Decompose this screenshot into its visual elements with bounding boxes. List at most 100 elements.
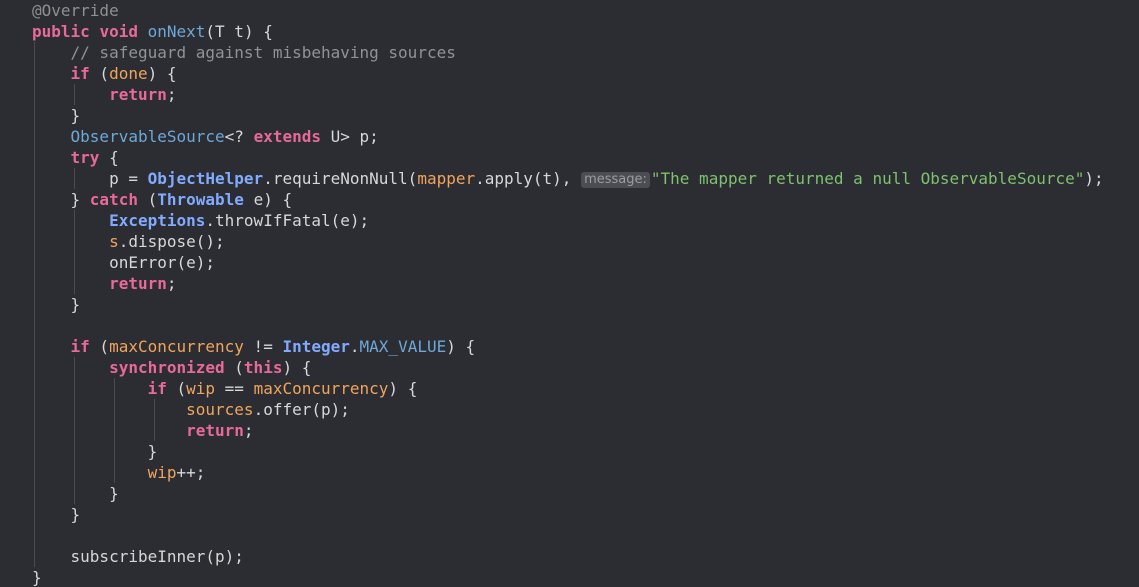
code-token: (T t) { xyxy=(205,22,273,41)
code-line[interactable]: // safeguard against misbehaving sources xyxy=(32,42,1104,63)
code-token: .dispose(); xyxy=(118,232,225,251)
code-line[interactable]: } xyxy=(32,567,1104,587)
code-token: } xyxy=(32,442,158,461)
code-line[interactable]: sources.offer(p); xyxy=(32,399,1104,420)
code-token: onError(e); xyxy=(32,253,216,272)
code-token: @Override xyxy=(32,1,119,20)
code-token: ( xyxy=(89,337,110,356)
code-token: extends xyxy=(253,127,321,146)
code-line[interactable] xyxy=(32,525,1104,546)
code-token: ; xyxy=(243,421,254,440)
code-token: this xyxy=(243,358,283,377)
code-token: U> p; xyxy=(321,127,379,146)
code-line[interactable]: synchronized (this) { xyxy=(32,357,1104,378)
code-line[interactable]: public void onNext(T t) { xyxy=(32,21,1104,42)
code-token: if xyxy=(70,64,90,83)
code-token: ObjectHelper xyxy=(147,169,264,188)
code-token: ObservableSource xyxy=(70,127,225,146)
code-token: wip xyxy=(147,463,177,482)
code-token: .apply(t), xyxy=(475,169,582,188)
code-token: if xyxy=(147,379,167,398)
code-token: p = xyxy=(32,169,148,188)
code-token: ) { xyxy=(147,64,177,83)
code-token: } xyxy=(32,190,90,209)
code-token: mapper xyxy=(417,169,476,188)
code-line[interactable]: wip++; xyxy=(32,462,1104,483)
code-token: // safeguard against misbehaving sources xyxy=(70,43,456,62)
code-token: == xyxy=(215,379,254,398)
code-token: != xyxy=(243,337,283,356)
code-token: ( xyxy=(89,64,110,83)
code-token: { xyxy=(99,148,119,167)
code-line[interactable]: subscribeInner(p); xyxy=(32,546,1104,567)
code-token: return xyxy=(109,274,167,293)
code-line[interactable]: if (maxConcurrency != Integer.MAX_VALUE)… xyxy=(32,336,1104,357)
code-token: public xyxy=(32,22,90,41)
code-token: } xyxy=(32,295,81,314)
code-token: } xyxy=(32,505,81,524)
code-token: ) { xyxy=(282,358,312,377)
code-token: wip xyxy=(186,379,216,398)
code-token: ) { xyxy=(388,379,418,398)
code-token: ( xyxy=(137,190,158,209)
code-line[interactable]: if (done) { xyxy=(32,63,1104,84)
code-line[interactable]: if (wip == maxConcurrency) { xyxy=(32,378,1104,399)
code-token: <? xyxy=(224,127,254,146)
code-line[interactable]: } xyxy=(32,483,1104,504)
code-token: s xyxy=(109,232,119,251)
code-token: Exceptions xyxy=(109,211,206,230)
code-token: try xyxy=(70,148,100,167)
code-line[interactable]: s.dispose(); xyxy=(32,231,1104,252)
code-line[interactable]: } xyxy=(32,105,1104,126)
code-line[interactable]: } xyxy=(32,441,1104,462)
code-editor[interactable]: @Override public void onNext(T t) { // sa… xyxy=(0,0,1139,587)
code-line[interactable]: } xyxy=(32,504,1104,525)
code-token: .throwIfFatal(e); xyxy=(205,211,370,230)
code-line[interactable]: p = ObjectHelper.requireNonNull(mapper.a… xyxy=(32,168,1104,189)
code-token: subscribeInner(p); xyxy=(32,547,244,566)
code-line[interactable]: } xyxy=(32,294,1104,315)
code-line[interactable]: return; xyxy=(32,420,1104,441)
code-line[interactable] xyxy=(32,315,1104,336)
code-token: } xyxy=(32,568,42,587)
code-line[interactable]: try { xyxy=(32,147,1104,168)
code-line[interactable]: Exceptions.throwIfFatal(e); xyxy=(32,210,1104,231)
code-line[interactable]: @Override xyxy=(32,0,1104,21)
code-token: ) { xyxy=(446,337,476,356)
code-token: e) { xyxy=(243,190,293,209)
code-token: .offer(p); xyxy=(253,400,350,419)
code-line[interactable]: return; xyxy=(32,273,1104,294)
code-token: sources xyxy=(186,400,254,419)
code-token: synchronized xyxy=(109,358,225,377)
code-token: if xyxy=(70,337,90,356)
code-token: } xyxy=(32,106,81,125)
code-line[interactable]: ObservableSource<? extends U> p; xyxy=(32,126,1104,147)
code-line[interactable]: return; xyxy=(32,84,1104,105)
code-token: catch xyxy=(89,190,138,209)
code-token: Integer xyxy=(282,337,350,356)
code-token: ; xyxy=(166,85,177,104)
code-token: onNext xyxy=(147,22,206,41)
code-token: MAX_VALUE xyxy=(359,337,447,356)
code-line[interactable]: onError(e); xyxy=(32,252,1104,273)
code-token: done xyxy=(109,64,148,83)
code-token: ; xyxy=(166,274,177,293)
code-line[interactable]: } catch (Throwable e) { xyxy=(32,189,1104,210)
code-lines: @Override public void onNext(T t) { // sa… xyxy=(32,0,1104,587)
code-token: ++; xyxy=(176,463,206,482)
